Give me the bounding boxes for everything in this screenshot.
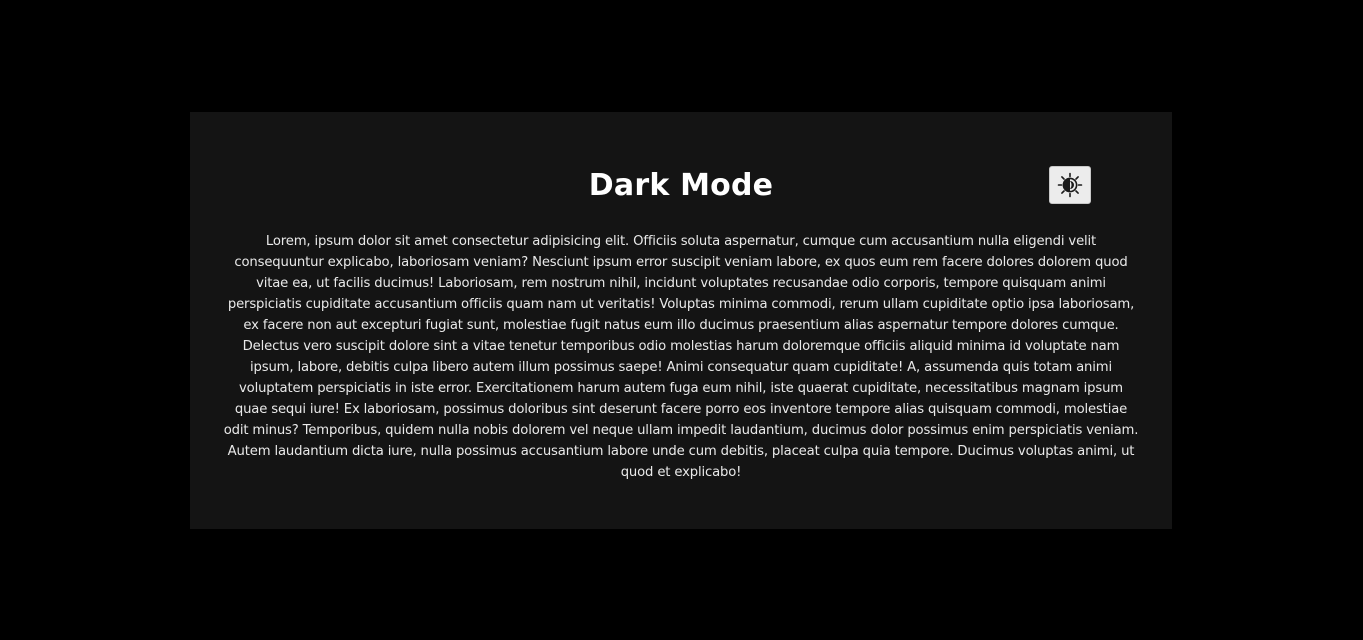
sun-moon-icon xyxy=(1056,171,1084,199)
body-paragraph: Lorem, ipsum dolor sit amet consectetur … xyxy=(223,234,1139,480)
theme-toggle-button[interactable] xyxy=(1049,166,1091,204)
page-title: Dark Mode xyxy=(588,168,774,203)
content-card: Dark Mode Lorem, ipsum dolor sit amet co… xyxy=(190,112,1172,529)
